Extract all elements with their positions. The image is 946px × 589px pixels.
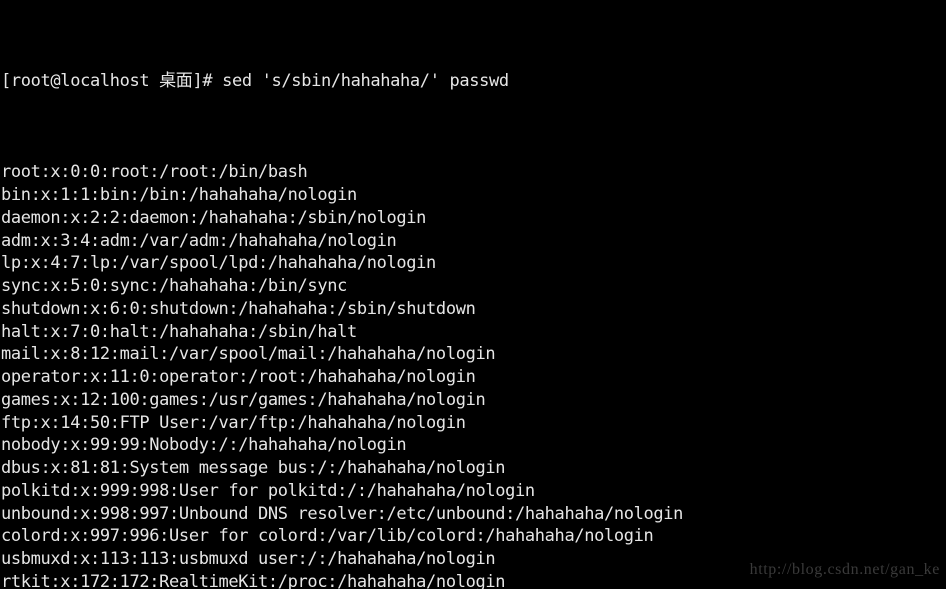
terminal-output-line: adm:x:3:4:adm:/var/adm:/hahahaha/nologin — [1, 230, 397, 251]
terminal-output-line: operator:x:11:0:operator:/root:/hahahaha… — [1, 367, 476, 387]
terminal-output-line: halt:x:7:0:halt:/hahahaha:/sbin/halt — [1, 321, 357, 342]
terminal-command-line: [root@localhost 桌面]# sed 's/sbin/hahahah… — [1, 71, 509, 92]
terminal-window[interactable]: [root@localhost 桌面]# sed 's/sbin/hahahah… — [0, 0, 946, 589]
terminal-output-line: mail:x:8:12:mail:/var/spool/mail:/hahaha… — [1, 344, 496, 365]
terminal-output-line: unbound:x:998:997:Unbound DNS resolver:/… — [1, 503, 684, 524]
terminal-output-line: nobody:x:99:99:Nobody:/:/hahahaha/nologi… — [1, 435, 407, 456]
terminal-output-line: root:x:0:0:root:/root:/bin/bash — [1, 162, 308, 183]
terminal-output: root:x:0:0:root:/root:/bin/bash bin:x:1:1… — [1, 161, 946, 589]
terminal-output-line: ftp:x:14:50:FTP User:/var/ftp:/hahahaha/… — [1, 412, 466, 433]
terminal-output-line: bin:x:1:1:bin:/bin:/hahahaha/nologin — [1, 185, 357, 205]
terminal-output-line: daemon:x:2:2:daemon:/hahahaha:/sbin/nolo… — [1, 207, 427, 228]
terminal-output-line: polkitd:x:999:998:User for polkitd:/:/ha… — [1, 480, 535, 501]
terminal-output-line: lp:x:4:7:lp:/var/spool/lpd:/hahahaha/nol… — [1, 253, 436, 274]
terminal-output-line: games:x:12:100:games:/usr/games:/hahahah… — [1, 389, 486, 410]
terminal-output-line: sync:x:5:0:sync:/hahahaha:/bin/sync — [1, 276, 347, 296]
watermark-url: http://blog.csdn.net/gan_ke — [749, 561, 940, 579]
terminal-output-line: shutdown:x:6:0:shutdown:/hahahaha:/sbin/… — [1, 298, 476, 319]
terminal-output-line: colord:x:997:996:User for colord:/var/li… — [1, 526, 654, 547]
terminal-output-line: dbus:x:81:81:System message bus:/:/hahah… — [1, 458, 506, 478]
